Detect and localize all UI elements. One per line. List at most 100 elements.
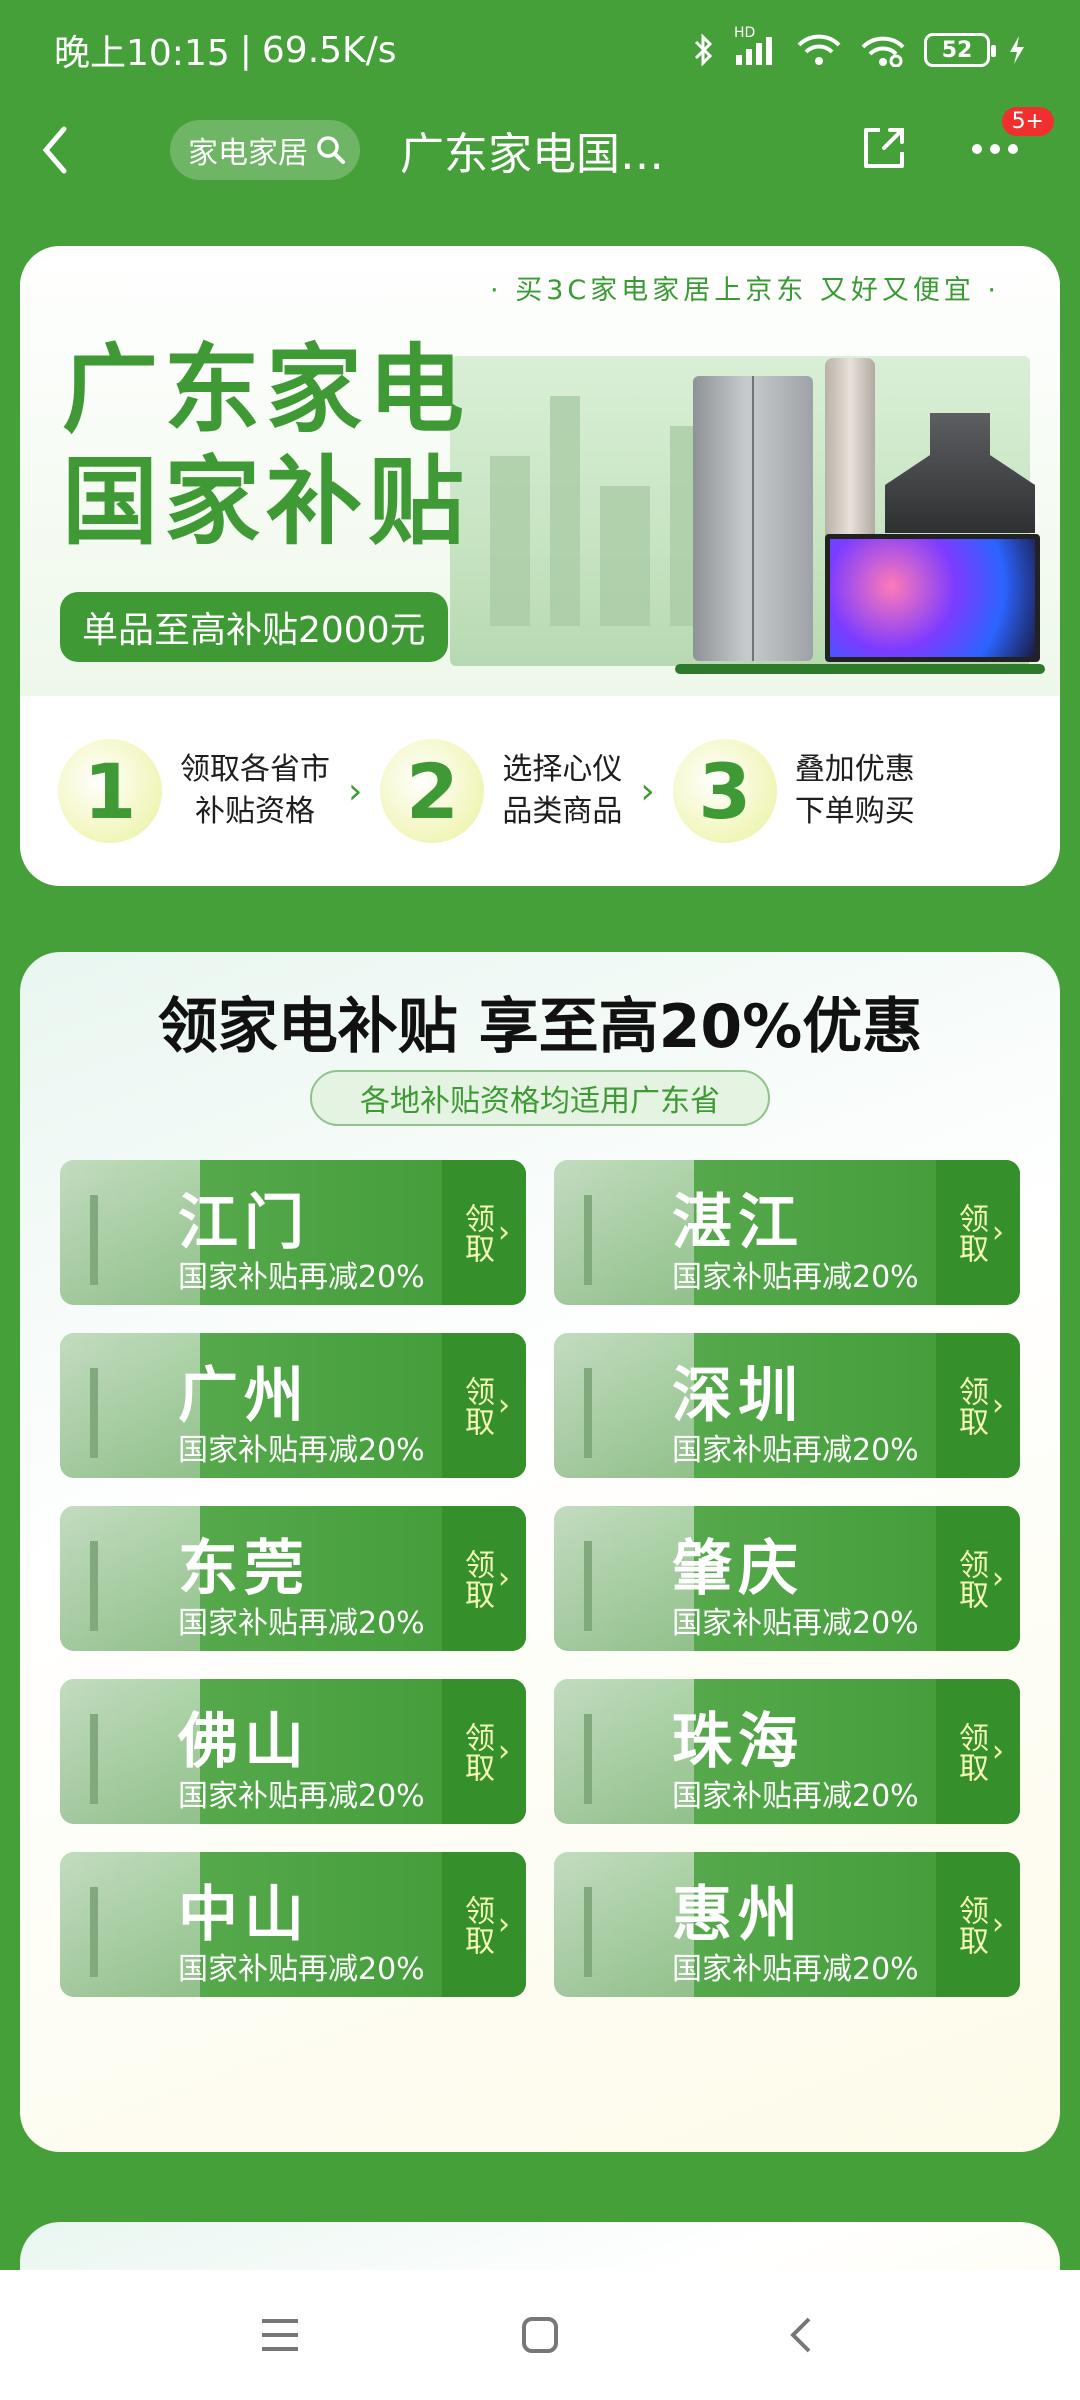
- claim-button[interactable]: 领取 ›: [442, 1852, 526, 1997]
- city-name: 东莞: [178, 1534, 310, 1604]
- city-subsidy-text: 国家补贴再减20%: [672, 1433, 919, 1468]
- city-subsidy-text: 国家补贴再减20%: [178, 1260, 425, 1295]
- city-subsidy-card[interactable]: 广州 国家补贴再减20% 领取 ›: [60, 1333, 526, 1478]
- step-3: 3 叠加优惠 下单购买: [672, 739, 915, 843]
- claim-label: 领取: [459, 1894, 494, 1955]
- city-name: 湛江: [672, 1188, 804, 1258]
- step-number: 1: [58, 739, 162, 843]
- skyline-building: [550, 396, 580, 626]
- hero-title-line2: 国家补贴: [62, 445, 470, 558]
- city-name: 中山: [178, 1880, 310, 1950]
- search-placeholder: 家电家居: [188, 136, 308, 171]
- step-number: 2: [380, 739, 485, 843]
- chevron-right-icon: ›: [498, 1387, 510, 1423]
- menu-icon: [262, 2319, 298, 2351]
- chevron-right-icon: ›: [992, 1733, 1004, 1769]
- home-icon: [522, 2317, 558, 2353]
- signal-icon: HD: [734, 25, 778, 67]
- search-icon: [317, 136, 345, 164]
- battery-icon: 52: [924, 33, 996, 67]
- banner-tagline: · 买3C家电家居上京东 又好又便宜 ·: [490, 275, 1000, 306]
- claim-label: 领取: [459, 1721, 494, 1782]
- appliances-image: [675, 358, 1045, 678]
- nav-actions: 5+: [858, 106, 1054, 178]
- subsidy-title: 领家电补贴 享至高20%优惠: [157, 992, 923, 1062]
- refrigerator-image: [693, 376, 813, 661]
- claim-button[interactable]: 领取 ›: [936, 1679, 1020, 1824]
- system-nav-bar: [0, 2270, 1080, 2400]
- page-title: 广东家电国…: [400, 129, 664, 180]
- status-right: HD 52: [692, 25, 1026, 68]
- banner-hero: · 买3C家电家居上京东 又好又便宜 · 广东家电 国家补贴 单品至高补贴200…: [20, 246, 1060, 696]
- city-subsidy-text: 国家补贴再减20%: [672, 1952, 919, 1987]
- share-button[interactable]: [858, 122, 910, 178]
- banner-card[interactable]: · 买3C家电家居上京东 又好又便宜 · 广东家电 国家补贴 单品至高补贴200…: [20, 246, 1060, 886]
- claim-button[interactable]: 领取 ›: [936, 1160, 1020, 1305]
- charging-icon: [1008, 35, 1026, 65]
- city-subsidy-card[interactable]: 东莞 国家补贴再减20% 领取 ›: [60, 1506, 526, 1651]
- hero-title-line1: 广东家电: [62, 333, 470, 446]
- television-image: [825, 534, 1040, 662]
- claim-label: 领取: [953, 1202, 988, 1263]
- city-subsidy-card[interactable]: 肇庆 国家补贴再减20% 领取 ›: [554, 1506, 1020, 1651]
- search-box[interactable]: 家电家居: [170, 120, 360, 180]
- wifi-icon: [796, 33, 842, 67]
- city-subsidy-card[interactable]: 中山 国家补贴再减20% 领取 ›: [60, 1852, 526, 1997]
- step-text: 选择心仪 品类商品: [502, 752, 623, 829]
- step-number: 3: [672, 739, 777, 843]
- chevron-right-icon: ›: [992, 1560, 1004, 1596]
- city-name: 深圳: [672, 1361, 804, 1431]
- recent-apps-button[interactable]: [250, 2305, 310, 2365]
- city-name: 珠海: [672, 1707, 804, 1777]
- claim-button[interactable]: 领取 ›: [936, 1852, 1020, 1997]
- hero-title: 广东家电 国家补贴: [62, 334, 470, 558]
- claim-button[interactable]: 领取 ›: [442, 1333, 526, 1478]
- city-subsidy-card[interactable]: 佛山 国家补贴再减20% 领取 ›: [60, 1679, 526, 1824]
- steps-row: 1 领取各省市 补贴资格 › 2 选择心仪 品类商品 › 3 叠加优惠 下单购买: [20, 696, 1060, 886]
- city-subsidy-card[interactable]: 江门 国家补贴再减20% 领取 ›: [60, 1160, 526, 1305]
- city-name: 江门: [178, 1188, 310, 1258]
- city-subsidy-card[interactable]: 湛江 国家补贴再减20% 领取 ›: [554, 1160, 1020, 1305]
- network-speed: 69.5K/s: [261, 29, 397, 71]
- battery-level: 52: [941, 37, 973, 63]
- claim-button[interactable]: 领取 ›: [442, 1160, 526, 1305]
- chevron-right-icon: ›: [498, 1733, 510, 1769]
- status-separator: |: [239, 29, 252, 71]
- step-text: 领取各省市 补贴资格: [180, 752, 330, 829]
- chevron-left-icon: [42, 126, 67, 174]
- claim-button[interactable]: 领取 ›: [442, 1679, 526, 1824]
- chevron-right-icon: ›: [348, 770, 363, 812]
- city-subsidy-card[interactable]: 珠海 国家补贴再减20% 领取 ›: [554, 1679, 1020, 1824]
- step-1: 1 领取各省市 补贴资格: [58, 739, 330, 843]
- more-icon: [972, 143, 1018, 154]
- city-subsidy-card[interactable]: 深圳 国家补贴再减20% 领取 ›: [554, 1333, 1020, 1478]
- hotspot-icon: [860, 33, 906, 67]
- step-2: 2 选择心仪 品类商品: [380, 739, 622, 843]
- claim-label: 领取: [459, 1375, 494, 1436]
- city-subsidy-text: 国家补贴再减20%: [178, 1433, 425, 1468]
- city-name: 广州: [178, 1361, 310, 1431]
- top-nav-bar: 家电家居 广东家电国… 5+: [0, 100, 1080, 200]
- back-button[interactable]: [40, 115, 100, 185]
- claim-button[interactable]: 领取 ›: [442, 1506, 526, 1651]
- city-subsidy-text: 国家补贴再减20%: [672, 1779, 919, 1814]
- claim-label: 领取: [459, 1548, 494, 1609]
- step-text: 叠加优惠 下单购买: [794, 752, 915, 829]
- status-time: 晚上10:15: [54, 33, 230, 74]
- skyline-building: [490, 456, 530, 626]
- claim-label: 领取: [953, 1721, 988, 1782]
- chevron-right-icon: ›: [992, 1387, 1004, 1423]
- subsidy-subtitle: 各地补贴资格均适用广东省: [310, 1070, 770, 1126]
- more-button[interactable]: 5+: [970, 106, 1054, 160]
- subsidy-section: 领家电补贴 享至高20%优惠 各地补贴资格均适用广东省 江门 国家补贴再减20% 领…: [20, 952, 1060, 2152]
- claim-button[interactable]: 领取 ›: [936, 1506, 1020, 1651]
- claim-button[interactable]: 领取 ›: [936, 1333, 1020, 1478]
- status-left: 晚上10:15 | 69.5K/s: [54, 24, 397, 76]
- city-subsidy-text: 国家补贴再减20%: [178, 1606, 425, 1641]
- system-back-button[interactable]: [770, 2305, 830, 2365]
- claim-label: 领取: [459, 1202, 494, 1263]
- home-button[interactable]: [510, 2305, 570, 2365]
- chevron-right-icon: ›: [640, 770, 655, 812]
- claim-label: 领取: [953, 1375, 988, 1436]
- city-subsidy-card[interactable]: 惠州 国家补贴再减20% 领取 ›: [554, 1852, 1020, 1997]
